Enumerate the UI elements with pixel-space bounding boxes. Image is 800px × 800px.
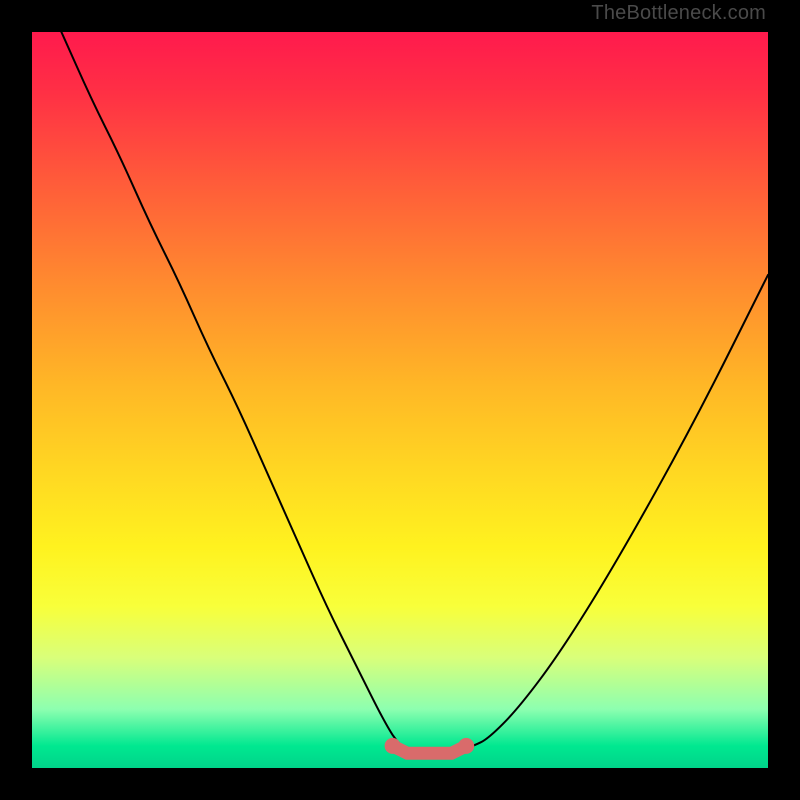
chart-svg xyxy=(32,32,768,768)
plot-area xyxy=(32,32,768,768)
optimal-range-markers xyxy=(385,738,475,754)
optimal-range-segment xyxy=(393,746,467,753)
optimal-range-end-dot xyxy=(458,738,474,754)
chart-frame: TheBottleneck.com xyxy=(0,0,800,800)
watermark-text: TheBottleneck.com xyxy=(591,2,766,25)
bottleneck-curve xyxy=(61,32,768,753)
optimal-range-start-dot xyxy=(385,738,401,754)
